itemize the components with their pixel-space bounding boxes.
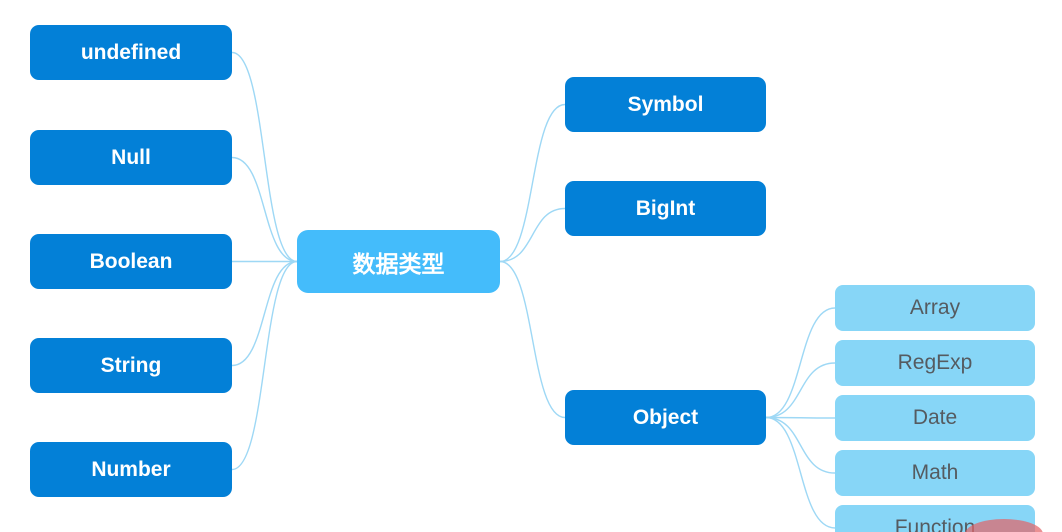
node-label: Math xyxy=(911,461,959,484)
node-object[interactable]: Object xyxy=(565,390,766,445)
node-regexp[interactable]: RegExp xyxy=(835,340,1035,386)
edge-root-to-right-2 xyxy=(499,260,566,419)
node-label: Number xyxy=(91,457,171,481)
node-label: Function xyxy=(894,516,976,532)
node-label: RegExp xyxy=(897,351,973,374)
node-label: Symbol xyxy=(627,92,704,116)
node-boolean[interactable]: Boolean xyxy=(30,234,232,289)
edge-object-to-child-3 xyxy=(765,416,836,474)
node-null[interactable]: Null xyxy=(30,130,232,185)
node-math[interactable]: Math xyxy=(835,450,1035,496)
edge-root-to-right-1 xyxy=(499,207,566,263)
node-label: Date xyxy=(912,406,958,429)
node-label: Boolean xyxy=(89,249,173,273)
edge-object-to-child-0 xyxy=(765,307,836,419)
edge-object-to-child-2 xyxy=(765,416,836,419)
edge-object-to-child-1 xyxy=(765,362,836,419)
edge-root-to-right-0 xyxy=(499,103,566,263)
node-label: Array xyxy=(909,296,961,319)
edge-object-to-child-4 xyxy=(765,416,836,529)
node-bigint[interactable]: BigInt xyxy=(565,181,766,236)
edge-root-to-left-1 xyxy=(231,156,298,263)
root-node-data-types[interactable]: 数据类型 xyxy=(297,230,500,293)
edge-root-to-left-3 xyxy=(231,260,298,367)
node-label: Null xyxy=(111,145,151,169)
node-function[interactable]: Function xyxy=(835,505,1035,532)
node-label: BigInt xyxy=(635,196,696,220)
node-label: String xyxy=(100,353,162,377)
node-date[interactable]: Date xyxy=(835,395,1035,441)
mind-map-canvas: 数据类型 undefined Null Boolean String Numbe… xyxy=(0,0,1062,532)
node-symbol[interactable]: Symbol xyxy=(565,77,766,132)
edge-root-to-left-0 xyxy=(231,51,298,263)
node-label: Object xyxy=(632,405,699,429)
node-label: undefined xyxy=(80,40,182,64)
node-string[interactable]: String xyxy=(30,338,232,393)
node-array[interactable]: Array xyxy=(835,285,1035,331)
root-node-label: 数据类型 xyxy=(352,250,445,277)
node-undefined[interactable]: undefined xyxy=(30,25,232,80)
node-number[interactable]: Number xyxy=(30,442,232,497)
edge-root-to-left-4 xyxy=(231,260,298,471)
